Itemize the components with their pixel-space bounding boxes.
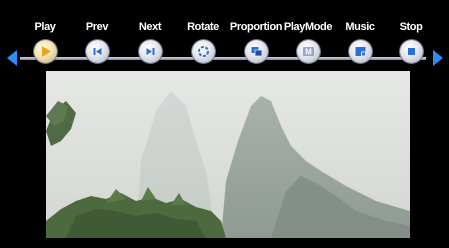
next-label: Next xyxy=(138,21,162,33)
prev-control[interactable]: Prev xyxy=(68,20,126,63)
photo-image xyxy=(46,71,410,238)
music-label: Music xyxy=(345,21,375,33)
playmode-glyph: M xyxy=(305,48,312,57)
music-control[interactable]: Music xyxy=(331,20,389,63)
stop-control[interactable]: Stop xyxy=(382,20,440,63)
rotate-button[interactable] xyxy=(191,40,215,63)
playmode-label: PlayMode xyxy=(283,21,333,33)
prev-icon xyxy=(93,48,101,55)
photo-viewer xyxy=(46,71,410,238)
play-icon xyxy=(41,46,51,57)
rotate-control[interactable]: Rotate xyxy=(174,20,232,63)
stop-icon xyxy=(407,48,415,55)
proportion-label: Proportion xyxy=(229,21,283,33)
proportion-control[interactable]: Proportion xyxy=(227,20,285,63)
next-control[interactable]: Next xyxy=(121,20,179,63)
playmode-button[interactable]: M xyxy=(296,40,320,63)
play-label: Play xyxy=(34,21,56,33)
proportion-button[interactable] xyxy=(244,40,268,63)
stop-label: Stop xyxy=(399,21,423,33)
play-button[interactable] xyxy=(33,40,57,63)
playmode-control[interactable]: PlayMode M xyxy=(279,20,337,63)
next-icon xyxy=(146,48,154,55)
rotate-icon xyxy=(197,46,209,57)
music-icon xyxy=(355,47,366,57)
prev-label: Prev xyxy=(85,21,109,33)
music-button[interactable] xyxy=(348,40,372,63)
proportion-icon xyxy=(251,47,262,57)
prev-button[interactable] xyxy=(85,40,109,63)
stop-button[interactable] xyxy=(399,40,423,63)
playmode-icon: M xyxy=(302,47,314,57)
play-control[interactable]: Play xyxy=(16,20,74,63)
next-button[interactable] xyxy=(138,40,162,63)
slideshow-toolbar: Play Prev Next Rotate Proportion PlayMod… xyxy=(0,0,449,80)
rotate-label: Rotate xyxy=(187,21,219,33)
